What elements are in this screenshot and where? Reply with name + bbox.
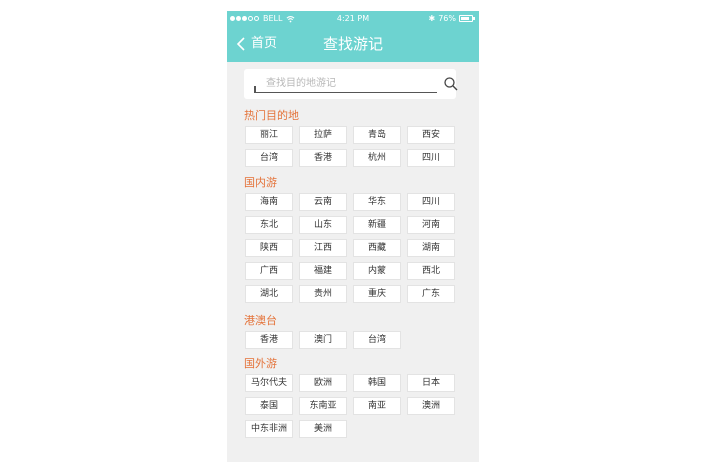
- destination-tag[interactable]: 华东: [353, 193, 401, 211]
- destination-tag[interactable]: 湖南: [407, 239, 455, 257]
- nav-bar: 首页 查找游记: [227, 26, 479, 62]
- destination-tag[interactable]: 广东: [407, 285, 455, 303]
- search-box: [244, 69, 458, 99]
- battery-fill: [461, 17, 469, 20]
- search-icon[interactable]: [444, 77, 458, 91]
- destination-tag[interactable]: 美洲: [299, 420, 347, 438]
- section-hk-macau-taiwan-title: 港澳台: [244, 314, 277, 327]
- battery-icon: [459, 15, 475, 22]
- destination-tag[interactable]: 河南: [407, 216, 455, 234]
- destination-tag[interactable]: 马尔代夫: [245, 374, 293, 392]
- bluetooth-icon: ✱: [428, 14, 436, 23]
- destination-tag[interactable]: 新疆: [353, 216, 401, 234]
- destination-tag[interactable]: 湖北: [245, 285, 293, 303]
- destination-tag[interactable]: 广西: [245, 262, 293, 280]
- section-overseas-title: 国外游: [244, 357, 277, 370]
- phone-screen: BELL 4:21 PM ✱ 76% 首页 查找游记 查找目的地游记 热门目的地…: [227, 11, 479, 462]
- page-title: 查找游记: [322, 35, 383, 53]
- destination-tag[interactable]: 四川: [407, 193, 455, 211]
- destination-tag[interactable]: 内蒙: [353, 262, 401, 280]
- destination-tag[interactable]: 南亚: [353, 397, 401, 415]
- destination-tag[interactable]: 日本: [407, 374, 455, 392]
- destination-tag[interactable]: 山东: [299, 216, 347, 234]
- section-hot-destinations-title: 热门目的地: [244, 109, 299, 122]
- search-input[interactable]: [254, 75, 437, 93]
- status-right: ✱ 76%: [428, 13, 475, 24]
- destination-tag[interactable]: 台湾: [353, 331, 401, 349]
- destination-tag[interactable]: 澳门: [299, 331, 347, 349]
- destination-tag[interactable]: 韩国: [353, 374, 401, 392]
- section-domestic-title: 国内游: [244, 176, 277, 189]
- destination-tag[interactable]: 西安: [407, 126, 455, 144]
- destination-tag[interactable]: 西北: [407, 262, 455, 280]
- destination-tag[interactable]: 中东非洲: [245, 420, 293, 438]
- destination-tag[interactable]: 江西: [299, 239, 347, 257]
- destination-tag[interactable]: 杭州: [353, 149, 401, 167]
- destination-tag[interactable]: 贵州: [299, 285, 347, 303]
- destination-tag[interactable]: 陕西: [245, 239, 293, 257]
- destination-tag[interactable]: 重庆: [353, 285, 401, 303]
- battery-tip: [473, 17, 475, 20]
- status-bar: BELL 4:21 PM ✱ 76%: [227, 11, 479, 26]
- destination-tag[interactable]: 东北: [245, 216, 293, 234]
- destination-tag[interactable]: 东南亚: [299, 397, 347, 415]
- destination-tag[interactable]: 拉萨: [299, 126, 347, 144]
- destination-tag[interactable]: 四川: [407, 149, 455, 167]
- battery-percent: 76%: [438, 14, 456, 23]
- destination-tag[interactable]: 香港: [299, 149, 347, 167]
- destination-tag[interactable]: 青岛: [353, 126, 401, 144]
- destination-tag[interactable]: 云南: [299, 193, 347, 211]
- destination-tag[interactable]: 海南: [245, 193, 293, 211]
- destination-tag[interactable]: 欧洲: [299, 374, 347, 392]
- destination-tag[interactable]: 泰国: [245, 397, 293, 415]
- destination-tag[interactable]: 香港: [245, 331, 293, 349]
- destination-tag[interactable]: 丽江: [245, 126, 293, 144]
- destination-tag[interactable]: 台湾: [245, 149, 293, 167]
- destination-tag[interactable]: 澳洲: [407, 397, 455, 415]
- destination-tag[interactable]: 西藏: [353, 239, 401, 257]
- destination-tag[interactable]: 福建: [299, 262, 347, 280]
